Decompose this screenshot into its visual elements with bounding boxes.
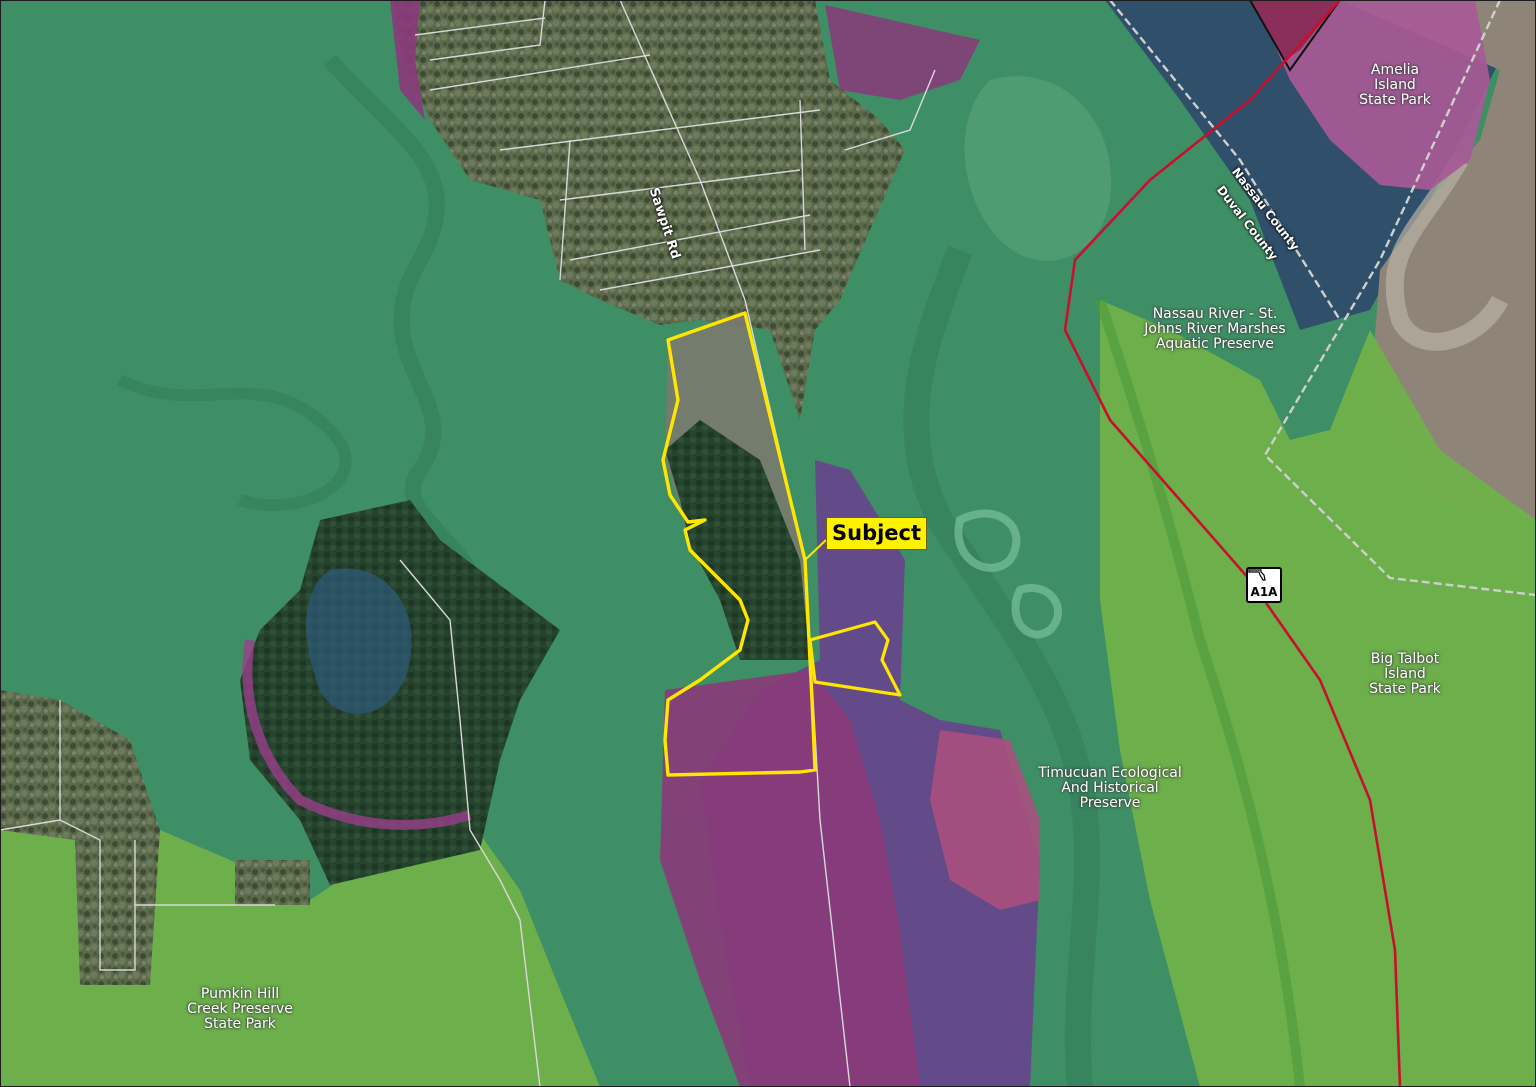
highway-shield-a1a: A1A — [1246, 567, 1282, 603]
highway-shield-label: A1A — [1250, 585, 1278, 599]
aerial-map[interactable]: Subject Sawpit Rd Nassau County Duval Co… — [0, 0, 1536, 1087]
label-timucuan-preserve: Timucuan Ecological And Historical Preserv… — [1038, 765, 1182, 811]
label-pumkin-hill-creek-preserve: Pumkin Hill Creek Preserve State Park — [187, 986, 293, 1032]
florida-state-outline-icon — [1248, 569, 1266, 581]
label-amelia-island-state-park: Amelia Island State Park — [1359, 62, 1431, 108]
subject-callout[interactable]: Subject — [826, 517, 928, 550]
label-big-talbot-island-state-park: Big Talbot Island State Park — [1369, 651, 1441, 697]
sw-parcels — [235, 860, 310, 905]
label-nassau-river-aquatic-preserve: Nassau River - St. Johns River Marshes Aqu… — [1144, 306, 1286, 352]
map-layers — [0, 0, 1536, 1087]
